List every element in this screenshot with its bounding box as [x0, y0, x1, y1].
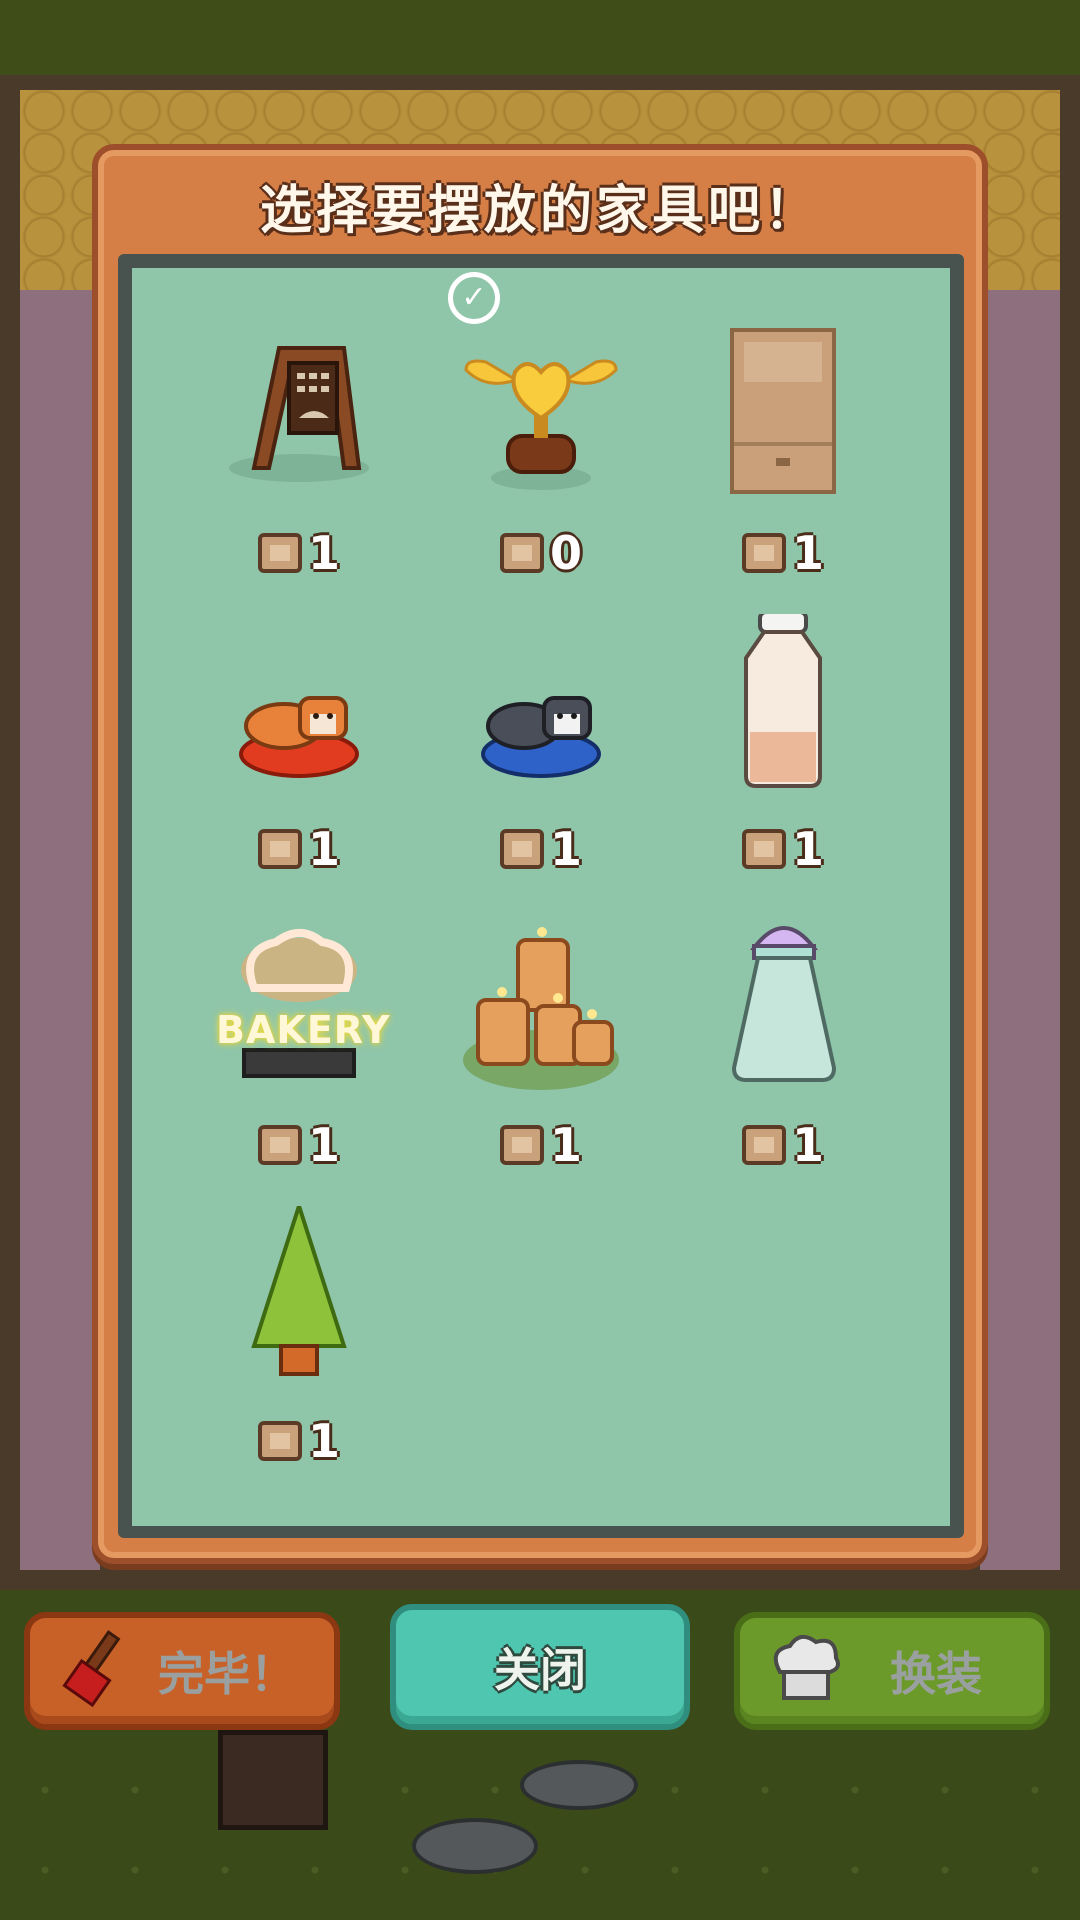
pine-tree-icon [251, 1206, 347, 1376]
shiba-cushion-icon [239, 696, 359, 778]
item-slot-pine-tree[interactable]: 1 [184, 1206, 414, 1468]
item-grid[interactable]: 1 ✓ 0 1 1 1 1 BAKERY 1 1 1 1 [132, 268, 950, 1526]
close-button-label: 关闭 [494, 1643, 586, 1697]
check-icon: ✓ [448, 272, 500, 324]
box-icon [499, 533, 544, 573]
salt-shaker-icon [731, 926, 837, 1082]
item-slot-bakery-neon-sign[interactable]: BAKERY 1 [184, 910, 414, 1172]
cardboard-box-icon [730, 328, 836, 494]
item-count: 1 [549, 822, 582, 876]
dress-button-label: 换装 [890, 1647, 982, 1701]
background-top [0, 0, 1080, 80]
box-icon [257, 1125, 302, 1165]
bakery-sign-text: BAKERY [216, 1008, 391, 1052]
milk-bottle-icon [744, 614, 822, 788]
item-count: 0 [549, 526, 582, 580]
item-count: 1 [549, 1118, 582, 1172]
item-count: 1 [791, 526, 824, 580]
done-button[interactable]: 完毕！ [24, 1612, 340, 1730]
item-count: 1 [307, 526, 340, 580]
item-count: 1 [791, 1118, 824, 1172]
paintbrush-icon [62, 1630, 121, 1708]
done-button-label: 完毕！ [158, 1647, 296, 1701]
chef-hat-icon [773, 1634, 840, 1700]
box-icon [257, 829, 302, 869]
husky-cushion-icon [481, 696, 601, 778]
background-wall-right [980, 290, 1060, 1570]
stepping-stone [520, 1760, 638, 1810]
box-icon [257, 533, 302, 573]
item-slot-cardboard-box[interactable]: 1 [668, 318, 898, 580]
item-slot-candles[interactable]: 1 [426, 910, 656, 1172]
item-count: 1 [791, 822, 824, 876]
item-count: 1 [307, 822, 340, 876]
box-icon [499, 829, 544, 869]
item-slot-husky-cushion[interactable]: 1 [426, 614, 656, 876]
box-icon [741, 829, 786, 869]
item-slot-golden-trophy[interactable]: ✓ 0 [426, 272, 656, 580]
close-button[interactable]: 关闭 [390, 1604, 690, 1730]
item-slot-milk-bottle[interactable]: 1 [668, 614, 898, 876]
candles-icon [463, 927, 619, 1090]
box-icon [741, 533, 786, 573]
box-icon [499, 1125, 544, 1165]
item-slot-salt-shaker[interactable]: 1 [668, 910, 898, 1172]
menu-board-outside [218, 1730, 328, 1830]
box-icon [741, 1125, 786, 1165]
stepping-stone [412, 1818, 538, 1874]
menu-sign-icon [229, 346, 369, 482]
background-wall-left [20, 290, 100, 1570]
item-slot-menu-sign[interactable]: 1 [184, 318, 414, 580]
item-slot-shiba-cushion[interactable]: 1 [184, 614, 414, 876]
box-icon [257, 1421, 302, 1461]
item-count: 1 [307, 1118, 340, 1172]
golden-trophy-icon [464, 359, 618, 490]
item-count: 1 [307, 1414, 340, 1468]
dress-button[interactable]: 换装 [734, 1612, 1050, 1730]
dialog-title: 选择要摆放的家具吧！ [259, 181, 820, 241]
